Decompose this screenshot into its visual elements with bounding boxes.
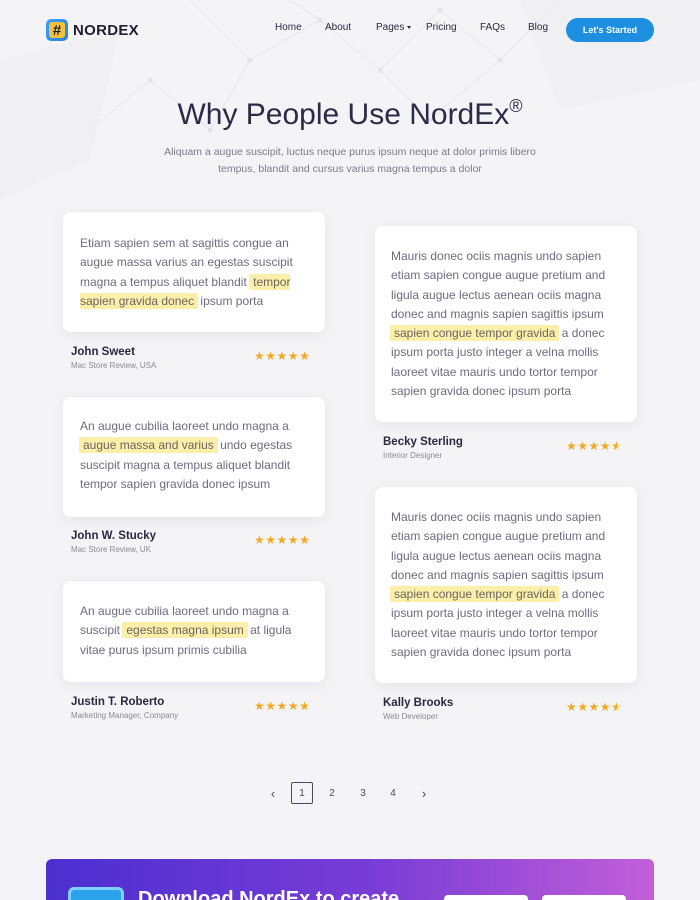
testimonial-highlight: sapien congue tempor gravida	[390, 586, 560, 603]
testimonial-card: An augue cubilia laoreet undo magna a au…	[63, 397, 325, 517]
page-title-text: Why People Use NordEx	[177, 98, 510, 131]
star-icon: ★	[276, 349, 288, 363]
star-icon: ★	[599, 439, 612, 453]
testimonial-text-after: ipsum porta	[197, 293, 264, 308]
author-name: John Sweet	[71, 346, 135, 358]
pagination: ‹ 1 2 3 4 ›	[0, 782, 700, 804]
page-subtitle: Aliquam a augue suscipit, luctus neque p…	[164, 146, 536, 175]
testimonial-card: Mauris donec ociis magnis undo sapien et…	[375, 226, 637, 422]
store-button[interactable]	[542, 895, 626, 900]
nav-blog[interactable]: Blog	[528, 22, 548, 33]
lets-started-button[interactable]: Let's Started	[566, 18, 654, 42]
star-icon: ★	[265, 699, 277, 713]
testimonial-author: Kally Brooks Web Developer	[383, 697, 453, 721]
author-role: Mac Store Review, UK	[71, 545, 152, 554]
chevron-left-icon[interactable]: ‹	[262, 782, 284, 804]
star-half-icon: ★	[611, 439, 622, 453]
page-link-4[interactable]: 4	[382, 782, 404, 804]
store-button[interactable]	[444, 895, 528, 900]
star-icon: ★	[299, 533, 311, 547]
rating-stars: ★★★★★	[254, 349, 310, 363]
testimonial-text: Mauris donec ociis magnis undo sapien et…	[390, 508, 621, 662]
nav-pages[interactable]: Pages	[376, 22, 412, 33]
testimonial-text-before: Mauris donec ociis magnis undo sapien et…	[391, 249, 606, 321]
nav-pages-label: Pages	[376, 22, 405, 33]
page-link-2[interactable]: 2	[321, 782, 343, 804]
caret-down-icon	[407, 25, 412, 29]
nav-pricing[interactable]: Pricing	[426, 22, 457, 33]
testimonial-author: Justin T. Roberto Marketing Manager, Com…	[71, 696, 178, 720]
star-icon: ★	[276, 699, 288, 713]
star-icon: ★	[599, 700, 612, 714]
testimonial-card: An augue cubilia laoreet undo magna a su…	[63, 581, 325, 682]
page-link-1[interactable]: 1	[291, 782, 313, 804]
star-icon: ★	[276, 533, 288, 547]
rating-stars: ★★★★★	[254, 533, 310, 547]
author-role: Web Developer	[383, 712, 438, 721]
star-icon: ★	[588, 439, 600, 453]
download-banner: Download NordEx to create	[46, 859, 654, 900]
testimonial-text: Etiam sapien sem at sagittis congue an a…	[80, 234, 309, 311]
star-icon: ★	[287, 699, 300, 713]
star-icon: ★	[287, 533, 300, 547]
star-icon: ★	[265, 349, 277, 363]
testimonial-text: An augue cubilia laoreet undo magna a su…	[80, 602, 309, 660]
nav-faqs[interactable]: FAQs	[480, 22, 505, 33]
testimonial-text-before: An augue cubilia laoreet undo magna a	[80, 419, 289, 433]
author-name: John W. Stucky	[71, 530, 156, 542]
rating-stars: ★★★★★	[566, 700, 622, 714]
author-role: Marketing Manager, Company	[71, 711, 179, 720]
star-icon: ★	[566, 439, 578, 453]
testimonial-card: Mauris donec ociis magnis undo sapien et…	[375, 487, 637, 683]
testimonial-text: Mauris donec ociis magnis undo sapien et…	[390, 247, 621, 401]
testimonial-author: Becky Sterling Interior Designer	[383, 436, 463, 460]
star-icon: ★	[577, 700, 589, 714]
star-icon: ★	[254, 349, 266, 363]
testimonial-author: John W. Stucky Mac Store Review, UK	[71, 530, 156, 554]
page-link-3[interactable]: 3	[352, 782, 374, 804]
app-icon	[68, 887, 124, 900]
star-icon: ★	[265, 533, 277, 547]
testimonial-author: John Sweet Mac Store Review, USA	[71, 346, 156, 370]
site-header: # NORDEX Home About Pages Pricing FAQs B…	[0, 0, 700, 60]
testimonial-highlight: augue massa and varius	[79, 437, 218, 454]
star-icon: ★	[299, 349, 311, 363]
star-icon: ★	[577, 439, 589, 453]
nav-home[interactable]: Home	[275, 22, 302, 33]
testimonial-text: An augue cubilia laoreet undo magna a au…	[79, 417, 309, 494]
star-icon: ★	[287, 349, 300, 363]
rating-stars: ★★★★★	[566, 439, 622, 453]
author-role: Interior Designer	[383, 451, 443, 460]
page-title: Why People Use NordEx®	[0, 96, 700, 132]
testimonial-card: Etiam sapien sem at sagittis congue an a…	[63, 212, 325, 332]
chevron-right-icon[interactable]: ›	[413, 782, 435, 804]
registered-mark: ®	[509, 96, 523, 116]
star-icon: ★	[299, 699, 311, 713]
author-name: Kally Brooks	[383, 697, 454, 709]
star-icon: ★	[588, 700, 600, 714]
testimonial-text-before: Mauris donec ociis magnis undo sapien et…	[391, 510, 606, 582]
nav-about[interactable]: About	[325, 22, 351, 33]
author-name: Becky Sterling	[383, 436, 463, 448]
author-name: Justin T. Roberto	[71, 696, 165, 708]
star-icon: ★	[254, 533, 266, 547]
star-icon: ★	[566, 700, 578, 714]
star-half-icon: ★	[611, 700, 622, 714]
testimonial-highlight: sapien congue tempor gravida	[390, 325, 560, 342]
star-icon: ★	[254, 699, 266, 713]
rating-stars: ★★★★★	[254, 699, 310, 713]
banner-title: Download NordEx to create	[138, 888, 400, 900]
author-role: Mac Store Review, USA	[71, 361, 157, 370]
testimonial-highlight: egestas magna ipsum	[122, 622, 248, 639]
